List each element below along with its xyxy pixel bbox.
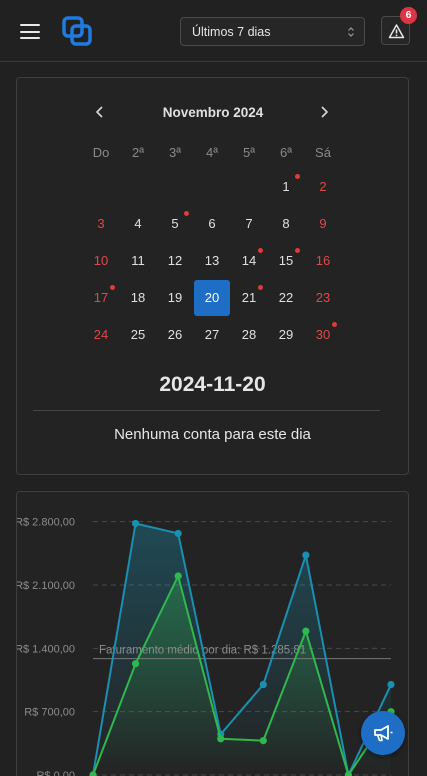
calendar-day-7[interactable]: 7	[231, 206, 267, 242]
calendar-day-26[interactable]: 26	[157, 317, 193, 353]
event-dot	[332, 322, 337, 327]
chevron-left-icon[interactable]	[92, 103, 108, 121]
series-blue-point	[387, 680, 395, 689]
weekday-label: 3ª	[168, 145, 182, 160]
weekday-label: Sá	[315, 145, 331, 160]
calendar-day-20[interactable]: 20	[194, 280, 230, 316]
series-green-point	[131, 660, 140, 668]
calendar-day-18[interactable]: 18	[120, 280, 156, 316]
app-logo-icon[interactable]	[62, 16, 92, 46]
calendar-day-27[interactable]: 27	[194, 317, 230, 353]
top-bar: Últimos 7 dias 6	[0, 0, 427, 62]
calendar-day-29[interactable]: 29	[268, 317, 304, 353]
revenue-chart: R$ 0,00 R$ 700,00 R$ 1.400,00 R$ 2.100,00 R$…	[17, 517, 395, 776]
series-green-point	[174, 572, 182, 580]
announcement-fab[interactable]	[361, 711, 405, 755]
y-tick-label: R$ 2.800,00	[17, 517, 75, 529]
period-select[interactable]: Últimos 7 dias	[180, 17, 365, 46]
calendar-day-11[interactable]: 11	[120, 243, 156, 279]
event-dot	[295, 174, 300, 179]
y-tick-label: R$ 700,00	[24, 707, 75, 719]
calendar-day-6[interactable]: 6	[194, 206, 230, 242]
calendar-day-3[interactable]: 3	[83, 206, 119, 242]
select-arrows-icon	[348, 27, 354, 37]
series-blue-point	[302, 551, 310, 559]
weekday-label: 5ª	[242, 145, 256, 160]
selected-date: 2024-11-20	[159, 373, 266, 396]
calendar-day-23[interactable]: 23	[305, 280, 341, 316]
chevron-right-icon[interactable]	[316, 103, 332, 121]
calendar-day-25[interactable]: 25	[120, 317, 156, 353]
divider	[33, 410, 380, 411]
calendar-day-10[interactable]: 10	[83, 243, 119, 279]
megaphone-icon	[374, 725, 393, 742]
y-tick-label: R$ 0,00	[36, 770, 75, 776]
calendar-month-title: Novembro 2024	[162, 105, 264, 120]
weekday-label: 4ª	[205, 145, 219, 160]
series-green-point	[217, 735, 225, 743]
alerts-count-badge: 6	[400, 7, 417, 24]
calendar-day-16[interactable]: 16	[305, 243, 341, 279]
warning-triangle-icon	[388, 24, 405, 39]
event-dot	[110, 285, 115, 290]
series-green-point	[302, 627, 310, 635]
series-green-point	[259, 737, 267, 745]
weekday-label: Do	[92, 145, 110, 160]
y-tick-label: R$ 1.400,00	[17, 643, 75, 655]
y-tick-label: R$ 2.100,00	[17, 580, 75, 592]
event-dot	[184, 211, 189, 216]
calendar-day-28[interactable]: 28	[231, 317, 267, 353]
series-blue-point	[174, 529, 182, 538]
empty-day-message: Nenhuma conta para este dia	[114, 426, 311, 443]
revenue-chart-card: R$ 0,00 R$ 700,00 R$ 1.400,00 R$ 2.100,00 R$…	[16, 491, 409, 776]
series-blue-point	[259, 680, 267, 689]
calendar-day-2[interactable]: 2	[305, 169, 341, 205]
weekday-label: 6ª	[279, 145, 293, 160]
event-dot	[295, 248, 300, 253]
calendar-day-24[interactable]: 24	[83, 317, 119, 353]
weekday-label: 2ª	[131, 145, 145, 160]
calendar-day-12[interactable]: 12	[157, 243, 193, 279]
hamburger-icon[interactable]	[20, 24, 40, 39]
calendar-day-22[interactable]: 22	[268, 280, 304, 316]
calendar-day-13[interactable]: 13	[194, 243, 230, 279]
series-blue-point	[131, 519, 140, 528]
event-dot	[258, 248, 263, 253]
calendar-day-8[interactable]: 8	[268, 206, 304, 242]
calendar-day-19[interactable]: 19	[157, 280, 193, 316]
period-select-value: Últimos 7 dias	[192, 25, 271, 39]
calendar-day-9[interactable]: 9	[305, 206, 341, 242]
event-dot	[258, 285, 263, 290]
calendar-day-4[interactable]: 4	[120, 206, 156, 242]
